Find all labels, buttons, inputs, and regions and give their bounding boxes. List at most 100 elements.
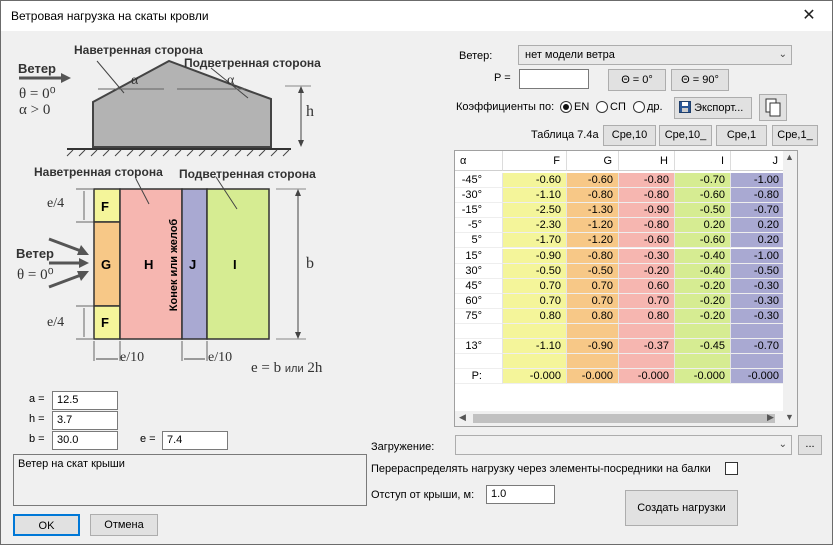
ok-button[interactable]: OK (13, 514, 80, 536)
table-row[interactable]: P: -0.000 -0.000 -0.000 -0.000 -0.000 (455, 369, 797, 385)
grid-cell[interactable]: 0.80 (503, 308, 567, 324)
grid-cell[interactable]: 0.70 (567, 278, 619, 294)
grid-cell[interactable]: -0.50 (731, 263, 785, 279)
grid-cell[interactable] (731, 354, 785, 370)
grid-cell[interactable]: 0.80 (567, 308, 619, 324)
horizontal-scrollbar[interactable]: ◀ ▶ ▼ (455, 411, 797, 426)
grid-cell[interactable]: -0.30 (731, 308, 785, 324)
grid-cell[interactable]: -1.00 (731, 173, 785, 188)
radio-other[interactable] (633, 101, 645, 113)
grid-cell[interactable]: -0.70 (731, 339, 785, 355)
grid-cell[interactable]: -0.40 (675, 248, 731, 264)
table-row[interactable]: -45° -0.60 -0.60 -0.80 -0.70 -1.00 (455, 173, 797, 189)
grid-cell[interactable]: -0.60 (503, 173, 567, 188)
table-row[interactable]: 30° -0.50 -0.50 -0.20 -0.40 -0.50 (455, 263, 797, 280)
grid-cell[interactable]: -0.30 (619, 248, 675, 264)
horizontal-scroll-thumb[interactable] (473, 414, 775, 423)
grid-cell[interactable]: -0.80 (619, 188, 675, 204)
grid-cell[interactable]: -1.00 (731, 248, 785, 264)
grid-cell[interactable]: -1.10 (503, 339, 567, 355)
grid-cell[interactable]: -0.37 (619, 339, 675, 355)
grid-cell[interactable]: -0.80 (731, 188, 785, 204)
table-row[interactable]: -15° -2.50 -1.30 -0.90 -0.50 -0.70 (455, 203, 797, 219)
grid-cell[interactable]: -1.20 (567, 218, 619, 234)
grid-cell[interactable]: -0.000 (503, 369, 567, 385)
table-row[interactable]: -5° -2.30 -1.20 -0.80 0.20 0.20 (455, 218, 797, 234)
grid-cell[interactable] (675, 354, 731, 370)
redistribute-checkbox[interactable] (725, 462, 738, 475)
grid-cell[interactable]: -0.30 (731, 278, 785, 294)
grid-cell[interactable]: -1.70 (503, 233, 567, 249)
grid-cell[interactable]: -0.20 (619, 263, 675, 279)
table-row[interactable]: 60° 0.70 0.70 0.70 -0.20 -0.30 (455, 293, 797, 310)
grid-cell[interactable]: -0.000 (619, 369, 675, 385)
grid-cell[interactable]: -0.50 (503, 263, 567, 279)
grid-cell[interactable]: 0.60 (619, 278, 675, 294)
grid-cell[interactable]: 0.80 (619, 308, 675, 324)
grid-cell[interactable] (619, 354, 675, 370)
grid-cell[interactable]: -0.90 (567, 339, 619, 355)
grid-cell[interactable]: 0.70 (503, 293, 567, 309)
radio-sp[interactable] (596, 101, 608, 113)
tab-cpe1[interactable]: Cpe,1 (716, 125, 767, 146)
copy-button[interactable] (759, 94, 787, 121)
param-a-input[interactable]: 12.5 (52, 391, 118, 410)
loading-more-button[interactable]: ... (798, 435, 822, 455)
grid-cell[interactable]: 0.20 (731, 233, 785, 249)
coef-grid[interactable]: αFGHIJ -45° -0.60 -0.60 -0.80 -0.70 -1.00 -30°… (454, 150, 798, 427)
grid-cell[interactable]: 0.20 (675, 218, 731, 234)
grid-cell[interactable] (675, 324, 731, 339)
tab-cpe1-alt[interactable]: Cpe,1_ (772, 125, 818, 146)
grid-cell[interactable]: -0.000 (675, 369, 731, 385)
vertical-scrollbar[interactable]: ▲ (783, 151, 797, 412)
table-row[interactable] (455, 354, 797, 370)
grid-cell[interactable]: -0.60 (619, 233, 675, 249)
grid-cell[interactable]: -2.30 (503, 218, 567, 234)
grid-cell[interactable]: -0.50 (675, 203, 731, 219)
grid-cell[interactable] (567, 354, 619, 370)
param-e-input[interactable]: 7.4 (162, 431, 228, 450)
tab-cpe10-alt[interactable]: Cpe,10_ (659, 125, 712, 146)
table-row[interactable]: 45° 0.70 0.70 0.60 -0.20 -0.30 (455, 278, 797, 295)
wind-model-select[interactable]: нет модели ветра ⌄ (518, 45, 792, 65)
grid-cell[interactable] (567, 324, 619, 339)
theta-90-button[interactable]: Θ = 90° (671, 69, 729, 91)
grid-cell[interactable] (503, 354, 567, 370)
grid-cell[interactable]: -0.20 (675, 308, 731, 324)
grid-cell[interactable]: -0.60 (675, 233, 731, 249)
tab-cpe10[interactable]: Cpe,10 (603, 125, 656, 146)
grid-cell[interactable]: -0.000 (567, 369, 619, 385)
offset-input[interactable]: 1.0 (486, 485, 555, 504)
table-row[interactable]: -30° -1.10 -0.80 -0.80 -0.60 -0.80 (455, 188, 797, 204)
grid-cell[interactable]: -0.90 (619, 203, 675, 219)
grid-cell[interactable]: -0.60 (675, 188, 731, 204)
radio-en[interactable] (560, 101, 572, 113)
table-row[interactable]: 5° -1.70 -1.20 -0.60 -0.60 0.20 (455, 233, 797, 249)
grid-cell[interactable]: -0.80 (567, 248, 619, 264)
grid-cell[interactable]: -0.60 (567, 173, 619, 188)
grid-cell[interactable]: -1.20 (567, 233, 619, 249)
grid-cell[interactable]: -0.90 (503, 248, 567, 264)
close-icon[interactable]: ✕ (786, 1, 832, 31)
scroll-up-icon[interactable]: ▲ (785, 152, 794, 162)
grid-cell[interactable]: -0.45 (675, 339, 731, 355)
create-loads-button[interactable]: Создать нагрузки (625, 490, 738, 526)
grid-cell[interactable]: 0.20 (731, 218, 785, 234)
scroll-right-icon[interactable]: ▶ (767, 412, 774, 423)
grid-cell[interactable]: -0.20 (675, 293, 731, 309)
grid-cell[interactable] (503, 324, 567, 339)
grid-cell[interactable]: 0.70 (567, 293, 619, 309)
table-row[interactable]: 13° -1.10 -0.90 -0.37 -0.45 -0.70 (455, 339, 797, 355)
param-h-input[interactable]: 3.7 (52, 411, 118, 430)
grid-cell[interactable]: 0.70 (503, 278, 567, 294)
grid-cell[interactable]: -0.40 (675, 263, 731, 279)
grid-cell[interactable]: -0.70 (731, 203, 785, 219)
export-button[interactable]: Экспорт... (674, 97, 752, 119)
scroll-left-icon[interactable]: ◀ (459, 412, 466, 423)
theta-0-button[interactable]: Θ = 0° (608, 69, 666, 91)
grid-cell[interactable]: -1.10 (503, 188, 567, 204)
grid-cell[interactable]: -0.50 (567, 263, 619, 279)
loading-select[interactable]: ⌄ (455, 435, 792, 455)
grid-cell[interactable]: -1.30 (567, 203, 619, 219)
grid-cell[interactable]: 0.70 (619, 293, 675, 309)
